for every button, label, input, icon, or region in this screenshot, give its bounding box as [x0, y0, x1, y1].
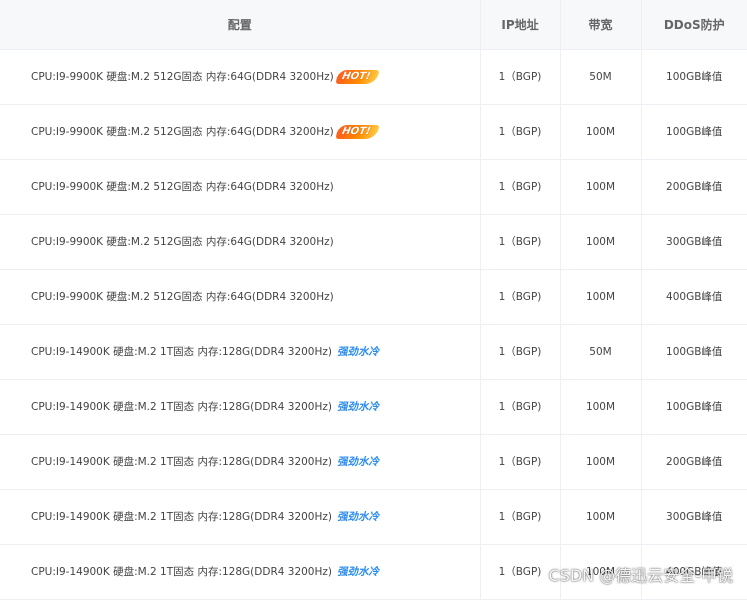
- config-cell: CPU:I9-14900K 硬盘:M.2 1T固态 内存:128G(DDR4 3…: [0, 544, 481, 600]
- ddos-cell: 300GB峰值: [641, 214, 747, 270]
- bandwidth-cell: 100M: [560, 379, 642, 435]
- header-ip: IP地址: [480, 0, 561, 50]
- config-text: CPU:I9-9900K 硬盘:M.2 512G固态 内存:64G(DDR4 3…: [31, 181, 334, 193]
- config-text: CPU:I9-9900K 硬盘:M.2 512G固态 内存:64G(DDR4 3…: [31, 291, 334, 303]
- ip-cell: 1（BGP): [480, 104, 561, 160]
- hot-badge: HOT!: [335, 70, 380, 84]
- config-cell: CPU:I9-9900K 硬盘:M.2 512G固态 内存:64G(DDR4 3…: [0, 49, 481, 105]
- table-row: CPU:I9-9900K 硬盘:M.2 512G固态 内存:64G(DDR4 3…: [0, 214, 747, 270]
- config-cell: CPU:I9-9900K 硬盘:M.2 512G固态 内存:64G(DDR4 3…: [0, 104, 481, 160]
- ddos-cell: 100GB峰值: [641, 324, 747, 380]
- table-header-row: 配置 IP地址 带宽 DDoS防护: [0, 0, 747, 50]
- water-cooling-tag: 强劲水冷: [336, 456, 379, 469]
- ip-cell: 1（BGP): [480, 159, 561, 215]
- config-text: CPU:I9-14900K 硬盘:M.2 1T固态 内存:128G(DDR4 3…: [31, 510, 332, 523]
- hot-badge: HOT!: [335, 125, 380, 139]
- table-row: CPU:I9-14900K 硬盘:M.2 1T固态 内存:128G(DDR4 3…: [0, 434, 747, 490]
- config-text: CPU:I9-14900K 硬盘:M.2 1T固态 内存:128G(DDR4 3…: [31, 400, 332, 413]
- bandwidth-cell: 100M: [560, 159, 642, 215]
- ip-cell: 1（BGP): [480, 49, 561, 105]
- bandwidth-cell: 50M: [560, 49, 642, 105]
- ddos-cell: 100GB峰值: [641, 379, 747, 435]
- table-row: CPU:I9-14900K 硬盘:M.2 1T固态 内存:128G(DDR4 3…: [0, 324, 747, 380]
- config-cell: CPU:I9-9900K 硬盘:M.2 512G固态 内存:64G(DDR4 3…: [0, 214, 481, 270]
- config-cell: CPU:I9-14900K 硬盘:M.2 1T固态 内存:128G(DDR4 3…: [0, 324, 481, 380]
- ddos-cell: 200GB峰值: [641, 159, 747, 215]
- ddos-cell: 400GB峰值: [641, 269, 747, 325]
- config-text: CPU:I9-9900K 硬盘:M.2 512G固态 内存:64G(DDR4 3…: [31, 126, 334, 138]
- ip-cell: 1（BGP): [480, 489, 561, 545]
- water-cooling-tag: 强劲水冷: [336, 346, 379, 359]
- bandwidth-cell: 100M: [560, 269, 642, 325]
- table-row: CPU:I9-9900K 硬盘:M.2 512G固态 内存:64G(DDR4 3…: [0, 104, 747, 160]
- table-row: CPU:I9-9900K 硬盘:M.2 512G固态 内存:64G(DDR4 3…: [0, 159, 747, 215]
- bandwidth-cell: 100M: [560, 489, 642, 545]
- config-cell: CPU:I9-9900K 硬盘:M.2 512G固态 内存:64G(DDR4 3…: [0, 269, 481, 325]
- bandwidth-cell: 100M: [560, 104, 642, 160]
- ddos-cell: 300GB峰值: [641, 489, 747, 545]
- header-config: 配置: [0, 0, 481, 50]
- bandwidth-cell: 100M: [560, 434, 642, 490]
- ip-cell: 1（BGP): [480, 324, 561, 380]
- config-cell: CPU:I9-14900K 硬盘:M.2 1T固态 内存:128G(DDR4 3…: [0, 489, 481, 545]
- ip-cell: 1（BGP): [480, 269, 561, 325]
- config-cell: CPU:I9-14900K 硬盘:M.2 1T固态 内存:128G(DDR4 3…: [0, 434, 481, 490]
- table-row: CPU:I9-9900K 硬盘:M.2 512G固态 内存:64G(DDR4 3…: [0, 269, 747, 325]
- config-text: CPU:I9-14900K 硬盘:M.2 1T固态 内存:128G(DDR4 3…: [31, 455, 332, 468]
- water-cooling-tag: 强劲水冷: [336, 401, 379, 414]
- config-cell: CPU:I9-14900K 硬盘:M.2 1T固态 内存:128G(DDR4 3…: [0, 379, 481, 435]
- config-text: CPU:I9-9900K 硬盘:M.2 512G固态 内存:64G(DDR4 3…: [31, 71, 334, 83]
- config-text: CPU:I9-14900K 硬盘:M.2 1T固态 内存:128G(DDR4 3…: [31, 565, 332, 578]
- header-ddos: DDoS防护: [641, 0, 747, 50]
- config-text: CPU:I9-14900K 硬盘:M.2 1T固态 内存:128G(DDR4 3…: [31, 345, 332, 358]
- bandwidth-cell: 50M: [560, 324, 642, 380]
- header-bandwidth: 带宽: [560, 0, 642, 50]
- config-cell: CPU:I9-9900K 硬盘:M.2 512G固态 内存:64G(DDR4 3…: [0, 159, 481, 215]
- watermark: CSDN @德迅云安全-甲锐: [548, 566, 733, 585]
- ip-cell: 1（BGP): [480, 434, 561, 490]
- table-row: CPU:I9-14900K 硬盘:M.2 1T固态 内存:128G(DDR4 3…: [0, 489, 747, 545]
- table-row: CPU:I9-14900K 硬盘:M.2 1T固态 内存:128G(DDR4 3…: [0, 379, 747, 435]
- water-cooling-tag: 强劲水冷: [336, 566, 379, 579]
- ddos-cell: 100GB峰值: [641, 104, 747, 160]
- ip-cell: 1（BGP): [480, 214, 561, 270]
- ddos-cell: 200GB峰值: [641, 434, 747, 490]
- water-cooling-tag: 强劲水冷: [336, 511, 379, 524]
- bandwidth-cell: 100M: [560, 214, 642, 270]
- ddos-cell: 100GB峰值: [641, 49, 747, 105]
- config-text: CPU:I9-9900K 硬盘:M.2 512G固态 内存:64G(DDR4 3…: [31, 236, 334, 248]
- server-config-table: 配置 IP地址 带宽 DDoS防护 CPU:I9-9900K 硬盘:M.2 51…: [0, 0, 747, 600]
- table-row: CPU:I9-9900K 硬盘:M.2 512G固态 内存:64G(DDR4 3…: [0, 49, 747, 105]
- ip-cell: 1（BGP): [480, 379, 561, 435]
